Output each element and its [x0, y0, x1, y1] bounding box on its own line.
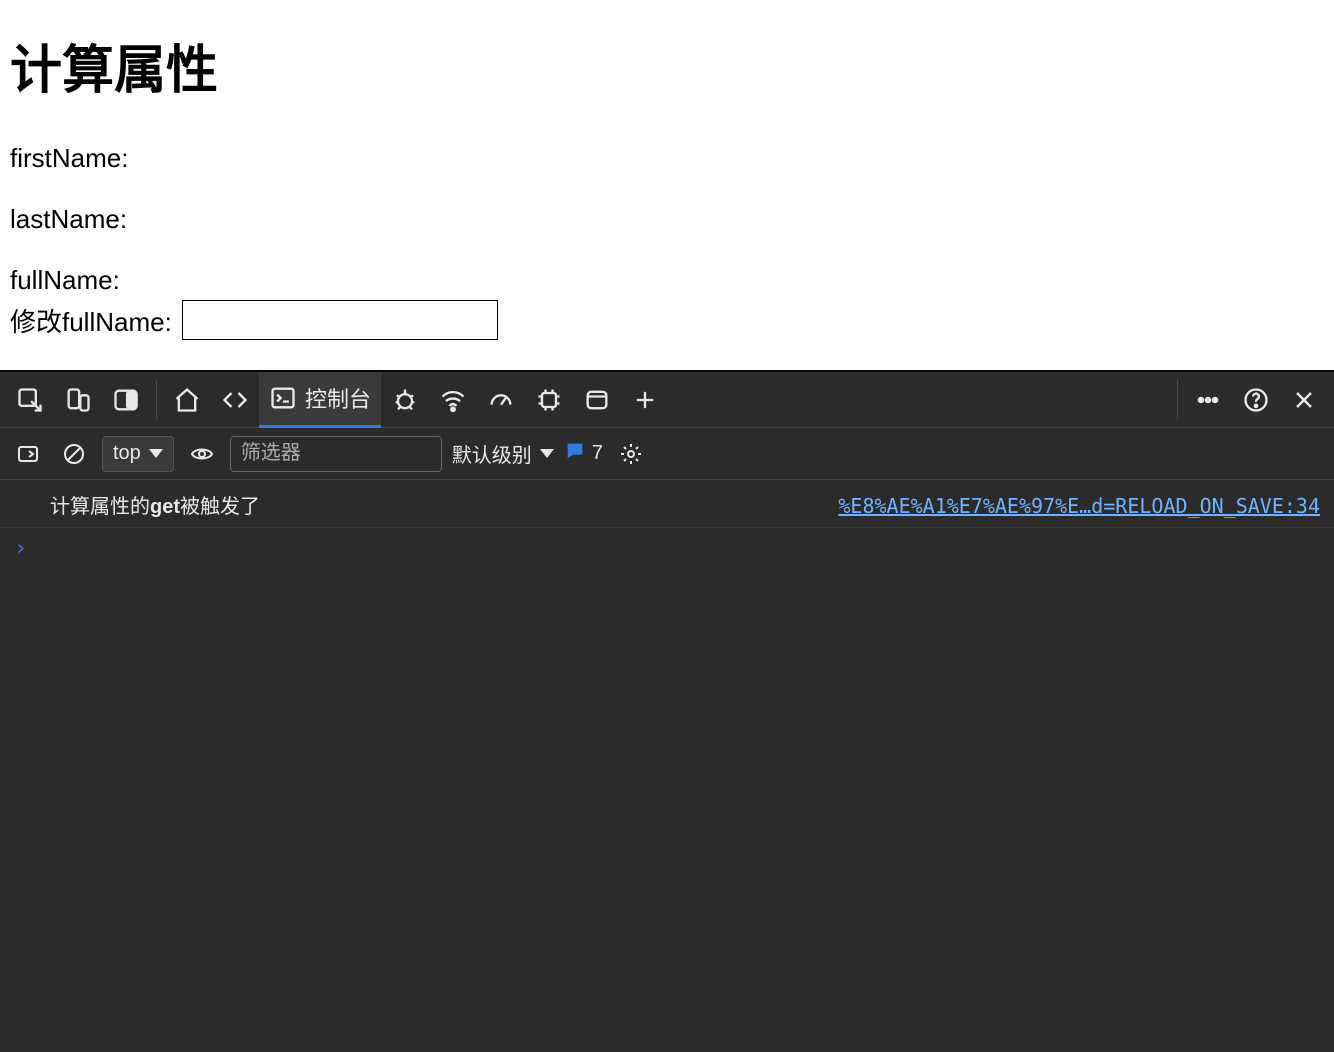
- tab-more[interactable]: [621, 372, 669, 428]
- chevron-down-icon: [149, 449, 163, 458]
- tab-console[interactable]: 控制台: [259, 372, 381, 428]
- clear-console-button[interactable]: [56, 436, 92, 472]
- page-content: 计算属性 firstName: lastName: fullName: 修改fu…: [0, 0, 1334, 370]
- tab-elements[interactable]: [211, 372, 259, 428]
- filter-input[interactable]: [230, 436, 442, 472]
- log-level-selector[interactable]: 默认级别: [452, 439, 554, 468]
- console-prompt[interactable]: ›: [0, 528, 1334, 569]
- tab-welcome[interactable]: [163, 372, 211, 428]
- dock-side-icon[interactable]: [102, 372, 150, 428]
- sidebar-icon: [16, 442, 40, 466]
- label-lastname: lastName:: [10, 204, 1324, 235]
- gauge-icon: [487, 386, 515, 414]
- tab-memory[interactable]: [525, 372, 573, 428]
- more-options-button[interactable]: [1184, 372, 1232, 428]
- console-output: 计算属性的get被触发了 %E8%AE%A1%E7%AE%97%E…d=RELO…: [0, 480, 1334, 1052]
- console-settings-button[interactable]: [613, 436, 649, 472]
- label-firstname: firstName:: [10, 143, 1324, 174]
- live-expression-button[interactable]: [184, 436, 220, 472]
- devtools-tabstrip: 控制台: [0, 372, 1334, 428]
- plus-icon: [631, 386, 659, 414]
- issues-count: 7: [592, 442, 603, 465]
- help-icon: [1242, 386, 1270, 414]
- device-toggle-icon[interactable]: [54, 372, 102, 428]
- label-edit-fullname: 修改fullName:: [10, 302, 172, 339]
- page-title: 计算属性: [10, 28, 1324, 103]
- console-log-source-link[interactable]: %E8%AE%A1%E7%AE%97%E…d=RELOAD_ON_SAVE:34: [838, 494, 1320, 518]
- chevron-down-icon: [540, 449, 554, 458]
- chat-icon: [564, 440, 586, 468]
- home-icon: [173, 386, 201, 414]
- tab-separator-right: [1177, 380, 1178, 419]
- console-icon: [269, 384, 297, 412]
- toggle-sidebar-button[interactable]: [10, 436, 46, 472]
- devtools-panel: 控制台: [0, 370, 1334, 1052]
- tab-network[interactable]: [429, 372, 477, 428]
- dots-icon: [1194, 386, 1222, 414]
- tab-console-label: 控制台: [305, 382, 371, 414]
- log-level-label: 默认级别: [452, 439, 532, 468]
- chip-icon: [535, 386, 563, 414]
- wifi-icon: [439, 386, 467, 414]
- edit-fullname-row: 修改fullName:: [10, 300, 1324, 340]
- fullname-input[interactable]: [182, 300, 498, 340]
- context-selector-label: top: [113, 442, 141, 465]
- gear-icon: [619, 442, 643, 466]
- tab-application[interactable]: [573, 372, 621, 428]
- inspect-element-icon[interactable]: [6, 372, 54, 428]
- label-fullname: fullName:: [10, 265, 1324, 296]
- eye-icon: [190, 442, 214, 466]
- log-text-prefix: 计算属性的: [50, 496, 150, 518]
- console-toolbar: top 默认级别 7: [0, 428, 1334, 480]
- code-icon: [221, 386, 249, 414]
- bug-icon: [391, 386, 419, 414]
- close-icon: [1290, 386, 1318, 414]
- help-button[interactable]: [1232, 372, 1280, 428]
- console-log-row: 计算属性的get被触发了 %E8%AE%A1%E7%AE%97%E…d=RELO…: [0, 480, 1334, 528]
- context-selector[interactable]: top: [102, 436, 174, 472]
- log-text-bold: get: [150, 496, 180, 518]
- issues-button[interactable]: 7: [564, 440, 603, 468]
- tab-separator: [156, 380, 157, 419]
- close-devtools-button[interactable]: [1280, 372, 1328, 428]
- window-icon: [583, 386, 611, 414]
- log-text-suffix: 被触发了: [180, 496, 260, 518]
- console-log-message: 计算属性的get被触发了: [50, 490, 260, 519]
- tab-performance[interactable]: [477, 372, 525, 428]
- tab-sources[interactable]: [381, 372, 429, 428]
- clear-icon: [62, 442, 86, 466]
